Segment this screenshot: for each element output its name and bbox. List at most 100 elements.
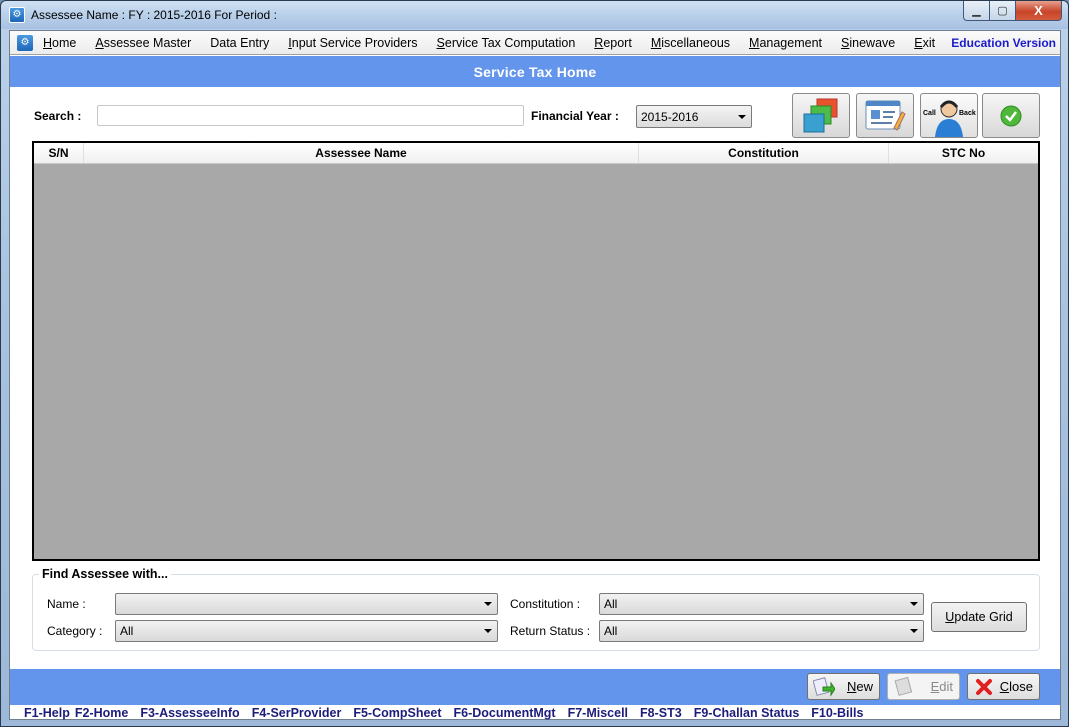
column-header-assessee-name[interactable]: Assessee Name: [84, 143, 639, 163]
call-back-icon: Call Back: [923, 100, 976, 137]
edit-label: Edit: [931, 679, 953, 694]
new-document-icon: [813, 676, 835, 697]
chevron-down-icon: [484, 602, 492, 606]
maximize-icon: ▢: [997, 5, 1008, 17]
menu-mnemonic: M: [749, 35, 760, 50]
chevron-down-icon: [738, 114, 746, 119]
menu-mnemonic: H: [43, 35, 53, 50]
menu-report[interactable]: Report: [594, 36, 632, 50]
fkey-f7-miscell[interactable]: F7-Miscell: [568, 706, 628, 720]
confirm-button[interactable]: [982, 93, 1040, 138]
gear-icon[interactable]: ⚙: [9, 7, 25, 23]
menu-mnemonic: R: [594, 35, 604, 50]
fkey-f6-document-mgt[interactable]: F6-DocumentMgt: [454, 706, 556, 720]
function-key-bar: F1-Help F2-Home F3-AssesseeInfo F4-SerPr…: [10, 705, 1060, 721]
minimize-button[interactable]: ▁: [963, 1, 990, 21]
menu-text: ome: [52, 35, 77, 50]
window-controls: ▁ ▢ X: [963, 1, 1062, 21]
back-text: Back: [959, 110, 976, 117]
menu-input-service-providers[interactable]: Input Service Providers: [288, 36, 417, 50]
fkey-f3-assessee-info[interactable]: F3-AssesseeInfo: [140, 706, 239, 720]
fkey-f2-home[interactable]: F2-Home: [75, 706, 128, 720]
edit-text: dit: [939, 679, 953, 694]
title-bar[interactable]: ⚙ Assessee Name : FY : 2015-2016 For Per…: [1, 1, 1068, 29]
new-label: New: [847, 679, 873, 694]
chevron-down-icon: [910, 602, 918, 606]
fkey-f4-ser-provider[interactable]: F4-SerProvider: [252, 706, 342, 720]
page-header: Service Tax Home: [10, 56, 1060, 87]
close-icon: X: [1034, 3, 1043, 18]
close-button[interactable]: Close: [967, 673, 1040, 700]
fkey-f8-st3[interactable]: F8-ST3: [640, 706, 682, 720]
menu-management[interactable]: Management: [749, 36, 822, 50]
menu-text: nput Service Providers: [291, 35, 418, 50]
edit-button[interactable]: Edit: [887, 673, 960, 700]
return-status-label: Return Status :: [510, 624, 591, 638]
menu-text: eport: [603, 35, 632, 50]
menu-exit[interactable]: Exit: [914, 36, 935, 50]
menu-text: ervice Tax Computation: [444, 35, 576, 50]
name-combo[interactable]: [115, 593, 498, 615]
menu-text: ssessee Master: [103, 35, 192, 50]
new-button[interactable]: New: [807, 673, 880, 700]
edition-label: Education Version: [951, 36, 1056, 50]
fkey-f9-challan-status[interactable]: F9-Challan Status: [694, 706, 800, 720]
assessee-grid[interactable]: S/N Assessee Name Constitution STC No: [32, 141, 1040, 561]
name-label: Name :: [47, 597, 86, 611]
close-text: lose: [1009, 679, 1033, 694]
menu-service-tax-computation[interactable]: Service Tax Computation: [437, 36, 576, 50]
category-combo[interactable]: All: [115, 620, 498, 642]
call-back-button[interactable]: Call Back: [920, 93, 978, 138]
menu-bar: ⚙ Home Assessee Master Data Entry Input …: [10, 31, 1060, 55]
red-x-icon: [973, 677, 995, 697]
maximize-button[interactable]: ▢: [990, 1, 1016, 21]
menu-data-entry[interactable]: Data Entry: [210, 36, 269, 50]
column-header-stc-no[interactable]: STC No: [889, 143, 1038, 163]
menu-sinewave[interactable]: Sinewave: [841, 36, 895, 50]
update-label: pdate Grid: [954, 610, 1013, 624]
constitution-combo[interactable]: All: [599, 593, 924, 615]
profile-edit-icon: [865, 100, 906, 131]
windows-icon: [803, 98, 838, 132]
call-text: Call: [923, 110, 936, 117]
new-text: ew: [856, 679, 873, 694]
menu-assessee-master[interactable]: Assessee Master: [95, 36, 191, 50]
search-label: Search :: [34, 109, 82, 123]
chevron-down-icon: [484, 629, 492, 633]
windows-button[interactable]: [792, 93, 850, 138]
menu-text: iscellaneous: [661, 35, 731, 50]
financial-year-value: 2015-2016: [641, 109, 699, 124]
chevron-down-icon: [910, 629, 918, 633]
category-value: All: [120, 624, 134, 638]
menu-text: Data Entry: [210, 35, 270, 50]
system-menu-icon[interactable]: ⚙: [17, 34, 33, 51]
return-status-combo[interactable]: All: [599, 620, 924, 642]
footer-bar: New Edit Close: [10, 669, 1060, 705]
edit-mnemonic: E: [930, 679, 940, 694]
column-header-constitution[interactable]: Constitution: [639, 143, 889, 163]
find-assessee-group: Find Assessee with... Name : Category : …: [32, 567, 1040, 651]
grid-header: S/N Assessee Name Constitution STC No: [34, 143, 1038, 164]
menu-text: anagement: [759, 35, 823, 50]
new-mnemonic: N: [846, 679, 857, 694]
menu-text: xit: [922, 35, 936, 50]
close-window-button[interactable]: X: [1016, 1, 1062, 21]
fkey-f1-help[interactable]: F1-Help: [24, 706, 70, 720]
menu-mnemonic: S: [436, 35, 445, 50]
update-grid-button[interactable]: Update Grid: [931, 602, 1027, 632]
fkey-f10-bills[interactable]: F10-Bills: [811, 706, 863, 720]
constitution-label: Constitution :: [510, 597, 581, 611]
client-area: ⚙ Home Assessee Master Data Entry Input …: [9, 30, 1061, 720]
menu-home[interactable]: Home: [43, 36, 76, 50]
menu-miscellaneous[interactable]: Miscellaneous: [651, 36, 730, 50]
column-header-sn[interactable]: S/N: [34, 143, 84, 163]
profile-edit-button[interactable]: [856, 93, 914, 138]
financial-year-select[interactable]: 2015-2016: [636, 105, 752, 128]
constitution-value: All: [604, 597, 618, 611]
financial-year-label: Financial Year :: [531, 109, 619, 123]
menu-mnemonic: M: [650, 35, 662, 50]
search-input[interactable]: [97, 105, 524, 126]
menu-mnemonic: A: [95, 35, 104, 50]
check-icon: [1000, 105, 1022, 126]
fkey-f5-comp-sheet[interactable]: F5-CompSheet: [353, 706, 441, 720]
